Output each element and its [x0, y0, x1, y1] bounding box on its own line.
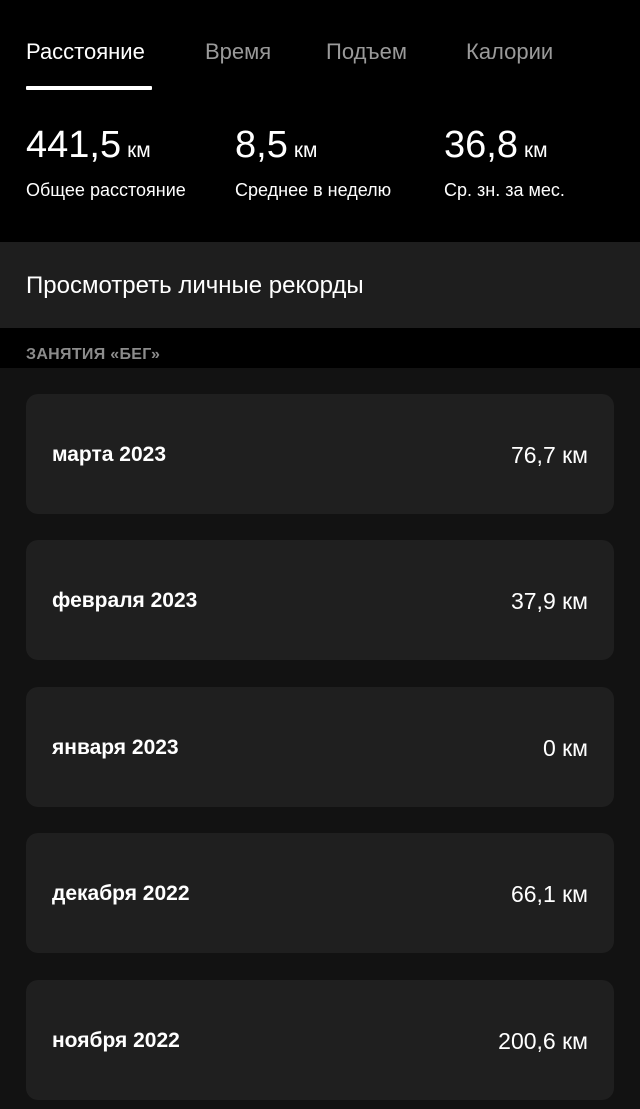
month-distance: 37,9 км — [510, 588, 588, 614]
month-distance: 76,7 км — [510, 442, 588, 468]
personal-records-label: Просмотреть личные рекорды — [26, 272, 364, 299]
stat-value: 441,5 — [26, 124, 122, 166]
stat-value: 8,5 — [235, 124, 288, 166]
month-label: марта 2023 — [52, 443, 167, 466]
active-tab-indicator — [26, 86, 152, 90]
month-card-march-2023[interactable]: марта 2023 76,7 км — [26, 394, 614, 514]
month-label: декабря 2022 — [52, 882, 190, 905]
stat-unit: км — [127, 139, 151, 162]
stat-value: 36,8 — [444, 124, 518, 166]
stat-unit: км — [523, 139, 548, 162]
month-card-november-2022[interactable]: ноября 2022 200,6 км — [26, 980, 614, 1100]
stat-label: Ср. зн. за мес. — [444, 180, 565, 200]
stat-unit: км — [293, 139, 318, 162]
month-distance: 0 км — [542, 735, 588, 761]
month-distance: 66,1 км — [510, 881, 588, 907]
month-label: января 2023 — [52, 736, 179, 759]
personal-records-button[interactable]: Просмотреть личные рекорды — [0, 242, 640, 328]
month-card-december-2022[interactable]: декабря 2022 66,1 км — [26, 833, 614, 953]
month-distance: 200,6 км — [498, 1028, 588, 1054]
stat-label: Общее расстояние — [26, 180, 186, 200]
section-header-running: ЗАНЯТИЯ «БЕГ» — [26, 346, 161, 363]
tab-time[interactable]: Время — [205, 38, 271, 66]
tab-elevation[interactable]: Подъем — [326, 38, 407, 66]
month-label: ноября 2022 — [52, 1029, 180, 1052]
stat-value-wrapper: 441,5 км — [26, 122, 151, 174]
metric-tabs: Расстояние Время Подъем Калории — [0, 0, 640, 92]
month-label: февраля 2023 — [52, 589, 198, 612]
stat-total-distance: 441,5 км Общее расстояние — [26, 122, 186, 200]
month-card-january-2023[interactable]: января 2023 0 км — [26, 687, 614, 807]
stat-monthly-average: 36,8 км Ср. зн. за мес. — [444, 122, 565, 200]
stat-value-wrapper: 36,8 км — [444, 122, 548, 174]
monthly-list: марта 2023 76,7 км февраля 2023 37,9 км … — [0, 368, 640, 1109]
month-card-february-2023[interactable]: февраля 2023 37,9 км — [26, 540, 614, 660]
stat-weekly-average: 8,5 км Среднее в неделю — [235, 122, 391, 200]
stat-label: Среднее в неделю — [235, 180, 392, 200]
tab-distance[interactable]: Расстояние — [26, 38, 145, 66]
tab-calories[interactable]: Калории — [466, 38, 553, 66]
stat-value-wrapper: 8,5 км — [235, 122, 317, 174]
